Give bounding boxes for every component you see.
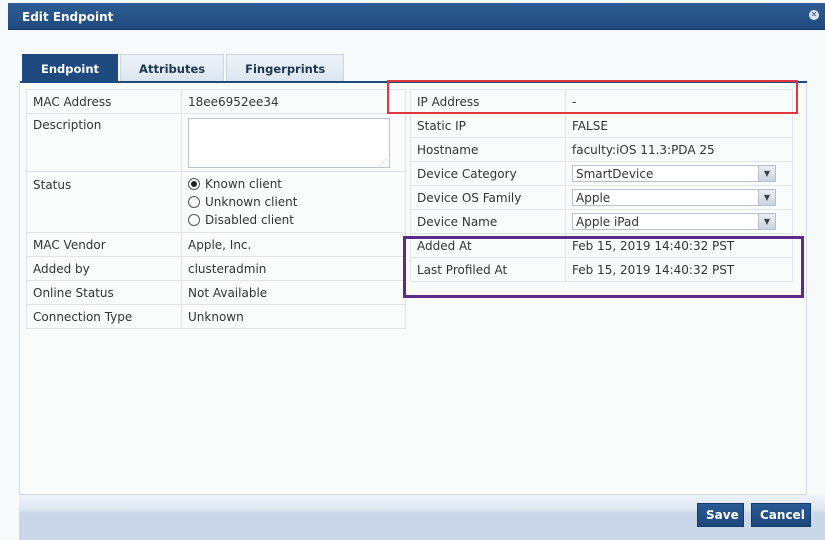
table-row: Static IP FALSE bbox=[410, 113, 793, 138]
added-at-value: Feb 15, 2019 14:40:32 PST bbox=[565, 233, 793, 258]
online-status-value: Not Available bbox=[181, 280, 406, 305]
table-row: MAC Address 18ee6952ee34 bbox=[26, 89, 406, 114]
table-row: IP Address - bbox=[410, 89, 793, 114]
radio-unchecked-icon[interactable] bbox=[188, 214, 200, 226]
added-by-label: Added by bbox=[26, 256, 182, 281]
last-profiled-at-label: Last Profiled At bbox=[410, 257, 566, 282]
mac-vendor-label: MAC Vendor bbox=[26, 232, 182, 257]
table-row: Description ⋰ bbox=[26, 113, 406, 172]
radio-checked-icon[interactable] bbox=[188, 178, 200, 190]
table-row: Last Profiled At Feb 15, 2019 14:40:32 P… bbox=[410, 257, 793, 282]
device-name-cell: Apple iPad ▼ bbox=[565, 209, 793, 234]
connection-type-label: Connection Type bbox=[26, 304, 182, 329]
connection-type-value: Unknown bbox=[181, 304, 406, 329]
device-name-select[interactable]: Apple iPad ▼ bbox=[572, 213, 776, 230]
status-radio-group: Known client Unknown client Disabled cli… bbox=[181, 171, 406, 233]
mac-vendor-value: Apple, Inc. bbox=[181, 232, 406, 257]
table-row: Device Category SmartDevice ▼ bbox=[410, 161, 793, 186]
dialog-titlebar: Edit Endpoint ✕ bbox=[8, 3, 825, 30]
status-disabled-client[interactable]: Disabled client bbox=[188, 211, 399, 229]
online-status-label: Online Status bbox=[26, 280, 182, 305]
chevron-down-icon[interactable]: ▼ bbox=[758, 214, 775, 229]
mac-address-value: 18ee6952ee34 bbox=[181, 89, 406, 114]
select-value: SmartDevice bbox=[576, 167, 654, 181]
select-value: Apple iPad bbox=[576, 215, 639, 229]
table-row: Added At Feb 15, 2019 14:40:32 PST bbox=[410, 233, 793, 258]
added-by-value: clusteradmin bbox=[181, 256, 406, 281]
device-name-label: Device Name bbox=[410, 209, 566, 234]
status-label: Status bbox=[26, 171, 182, 233]
device-os-family-cell: Apple ▼ bbox=[565, 185, 793, 210]
ip-address-value: - bbox=[565, 89, 793, 114]
status-known-client[interactable]: Known client bbox=[188, 175, 399, 193]
radio-label: Disabled client bbox=[205, 213, 294, 227]
description-textarea[interactable]: ⋰ bbox=[188, 118, 390, 168]
table-row: Device OS Family Apple ▼ bbox=[410, 185, 793, 210]
table-row: Online Status Not Available bbox=[26, 280, 406, 305]
select-value: Apple bbox=[576, 191, 611, 205]
static-ip-value: FALSE bbox=[565, 113, 793, 138]
ip-address-label: IP Address bbox=[410, 89, 566, 114]
device-os-family-select[interactable]: Apple ▼ bbox=[572, 189, 776, 206]
tab-attributes[interactable]: Attributes bbox=[120, 54, 225, 81]
table-row: Device Name Apple iPad ▼ bbox=[410, 209, 793, 234]
last-profiled-at-value: Feb 15, 2019 14:40:32 PST bbox=[565, 257, 793, 282]
radio-label: Unknown client bbox=[205, 195, 298, 209]
close-icon[interactable]: ✕ bbox=[809, 10, 819, 20]
tab-endpoint[interactable]: Endpoint bbox=[22, 54, 119, 81]
tab-bar: Endpoint Attributes Fingerprints bbox=[22, 54, 346, 81]
tab-fingerprints[interactable]: Fingerprints bbox=[226, 54, 345, 81]
device-os-family-label: Device OS Family bbox=[410, 185, 566, 210]
device-category-label: Device Category bbox=[410, 161, 566, 186]
description-label: Description bbox=[26, 113, 182, 172]
hostname-label: Hostname bbox=[410, 137, 566, 162]
static-ip-label: Static IP bbox=[410, 113, 566, 138]
device-category-select[interactable]: SmartDevice ▼ bbox=[572, 165, 776, 182]
chevron-down-icon[interactable]: ▼ bbox=[758, 166, 775, 181]
cancel-button[interactable]: Cancel bbox=[751, 503, 811, 527]
save-button[interactable]: Save bbox=[697, 503, 744, 527]
network-details-table: IP Address - Static IP FALSE Hostname fa… bbox=[410, 89, 793, 282]
description-cell: ⋰ bbox=[181, 113, 406, 172]
hostname-value: faculty:iOS 11.3:PDA 25 bbox=[565, 137, 793, 162]
table-row: Status Known client Unknown client Disab… bbox=[26, 171, 406, 233]
endpoint-details-table: MAC Address 18ee6952ee34 Description ⋰ S… bbox=[26, 89, 406, 329]
table-row: Hostname faculty:iOS 11.3:PDA 25 bbox=[410, 137, 793, 162]
added-at-label: Added At bbox=[410, 233, 566, 258]
device-category-cell: SmartDevice ▼ bbox=[565, 161, 793, 186]
mac-address-label: MAC Address bbox=[26, 89, 182, 114]
table-row: Added by clusteradmin bbox=[26, 256, 406, 281]
chevron-down-icon[interactable]: ▼ bbox=[758, 190, 775, 205]
resize-grip-icon[interactable]: ⋰ bbox=[379, 158, 387, 167]
radio-label: Known client bbox=[205, 177, 283, 191]
table-row: Connection Type Unknown bbox=[26, 304, 406, 329]
radio-unchecked-icon[interactable] bbox=[188, 196, 200, 208]
status-unknown-client[interactable]: Unknown client bbox=[188, 193, 399, 211]
table-row: MAC Vendor Apple, Inc. bbox=[26, 232, 406, 257]
dialog-title: Edit Endpoint bbox=[22, 10, 114, 24]
